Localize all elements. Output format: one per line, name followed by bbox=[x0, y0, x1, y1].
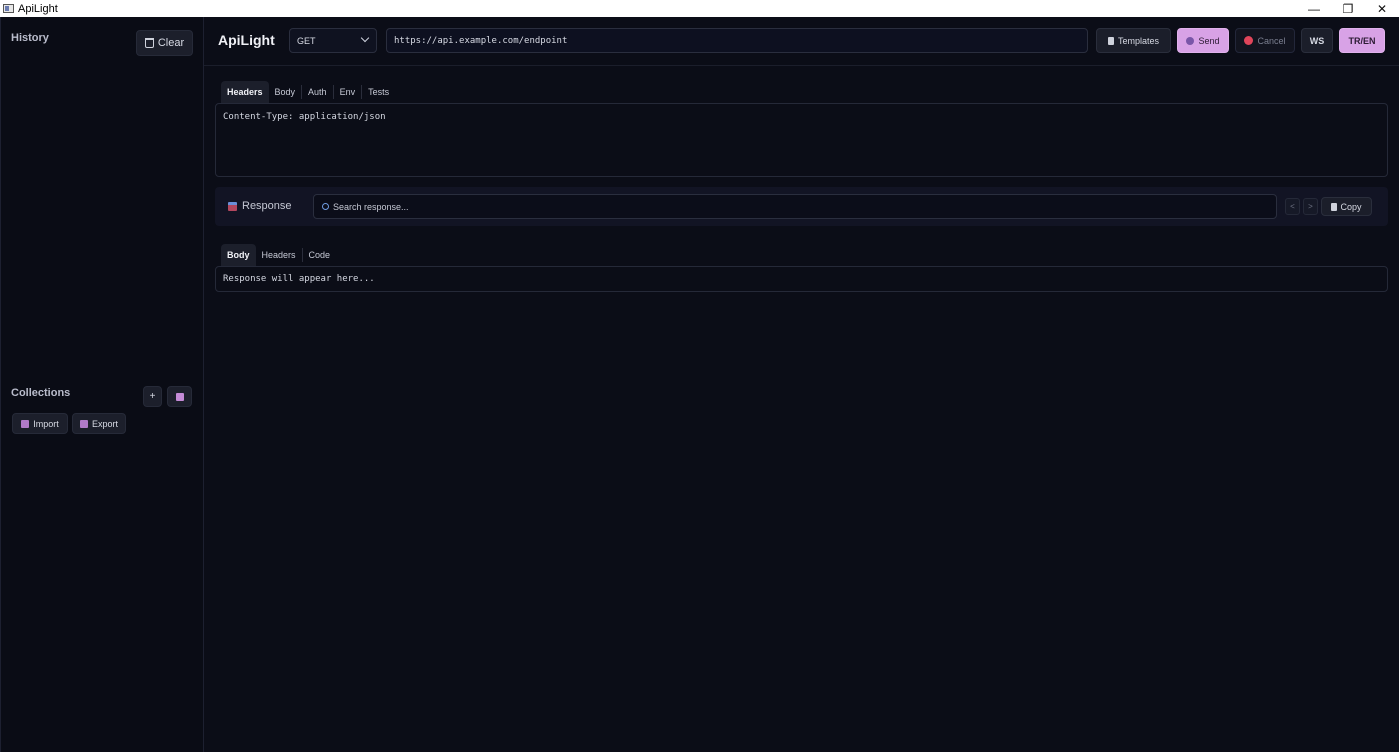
response-label: Response bbox=[242, 200, 292, 212]
window-titlebar: ApiLight — ❐ ✕ bbox=[0, 0, 1399, 17]
add-collection-button[interactable]: + bbox=[143, 386, 162, 407]
cancel-icon bbox=[1244, 36, 1254, 45]
method-select[interactable]: GET bbox=[289, 28, 377, 53]
response-search-input[interactable]: Search response... bbox=[313, 194, 1277, 219]
collections-heading: Collections bbox=[11, 387, 71, 399]
response-bar: Response Search response... < > Copy bbox=[215, 187, 1388, 226]
cancel-label: Cancel bbox=[1257, 35, 1286, 46]
tab-response-code[interactable]: Code bbox=[303, 244, 337, 266]
clear-history-button[interactable]: Clear bbox=[136, 30, 193, 56]
brand-title: ApiLight bbox=[218, 32, 275, 48]
trash-icon bbox=[144, 38, 154, 48]
send-label: Send bbox=[1198, 35, 1220, 46]
app-icon bbox=[3, 4, 14, 13]
add-icon: + bbox=[149, 391, 156, 402]
cancel-button[interactable]: Cancel bbox=[1235, 28, 1295, 53]
chevron-down-icon bbox=[360, 33, 370, 43]
response-body-text: Response will appear here... bbox=[223, 274, 375, 284]
websocket-button[interactable]: WS bbox=[1301, 28, 1333, 53]
request-toolbar: ApiLight GET Templates Send Cancel WS TR… bbox=[204, 17, 1399, 66]
response-search-placeholder: Search response... bbox=[333, 201, 409, 212]
clear-label: Clear bbox=[157, 37, 185, 49]
url-input[interactable] bbox=[386, 28, 1088, 53]
request-tabs: Headers Body Auth Env Tests bbox=[221, 81, 395, 103]
copy-label: Copy bbox=[1340, 201, 1362, 212]
send-button[interactable]: Send bbox=[1177, 28, 1229, 53]
tab-response-body[interactable]: Body bbox=[221, 244, 256, 266]
export-label: Export bbox=[91, 418, 118, 429]
language-toggle-button[interactable]: TR/EN bbox=[1339, 28, 1385, 53]
templates-icon bbox=[1107, 36, 1114, 45]
import-label: Import bbox=[33, 418, 59, 429]
sidebar: History Clear Collections + Import Expor… bbox=[0, 17, 204, 752]
close-icon[interactable]: ✕ bbox=[1365, 0, 1399, 17]
import-icon bbox=[21, 419, 30, 428]
headers-text: Content-Type: application/json bbox=[223, 112, 386, 122]
main-area: ApiLight GET Templates Send Cancel WS TR… bbox=[204, 17, 1399, 752]
copy-button[interactable]: Copy bbox=[1321, 197, 1372, 216]
window-title: ApiLight bbox=[18, 2, 58, 15]
minimize-icon[interactable]: — bbox=[1297, 0, 1331, 17]
tab-auth[interactable]: Auth bbox=[302, 81, 333, 103]
copy-icon bbox=[1331, 202, 1338, 211]
import-button[interactable]: Import bbox=[12, 413, 68, 434]
search-next-button[interactable]: > bbox=[1303, 198, 1318, 215]
tab-headers[interactable]: Headers bbox=[221, 81, 269, 103]
history-heading: History bbox=[11, 32, 49, 44]
save-collection-button[interactable] bbox=[167, 386, 192, 407]
headers-editor[interactable]: Content-Type: application/json bbox=[215, 103, 1388, 177]
search-icon bbox=[322, 203, 329, 210]
response-icon bbox=[228, 201, 237, 211]
response-title: Response bbox=[228, 200, 292, 212]
save-icon bbox=[175, 392, 184, 401]
export-button[interactable]: Export bbox=[72, 413, 126, 434]
send-icon bbox=[1186, 36, 1195, 45]
search-prev-button[interactable]: < bbox=[1285, 198, 1300, 215]
tab-tests[interactable]: Tests bbox=[362, 81, 395, 103]
response-tabs: Body Headers Code bbox=[221, 244, 336, 266]
export-icon bbox=[79, 419, 88, 428]
response-body-panel: Response will appear here... bbox=[215, 266, 1388, 292]
tab-body[interactable]: Body bbox=[269, 81, 302, 103]
tab-response-headers[interactable]: Headers bbox=[256, 244, 302, 266]
templates-button[interactable]: Templates bbox=[1096, 28, 1171, 53]
templates-label: Templates bbox=[1117, 35, 1160, 46]
tab-env[interactable]: Env bbox=[334, 81, 362, 103]
maximize-icon[interactable]: ❐ bbox=[1331, 0, 1365, 17]
method-value: GET bbox=[297, 35, 316, 46]
